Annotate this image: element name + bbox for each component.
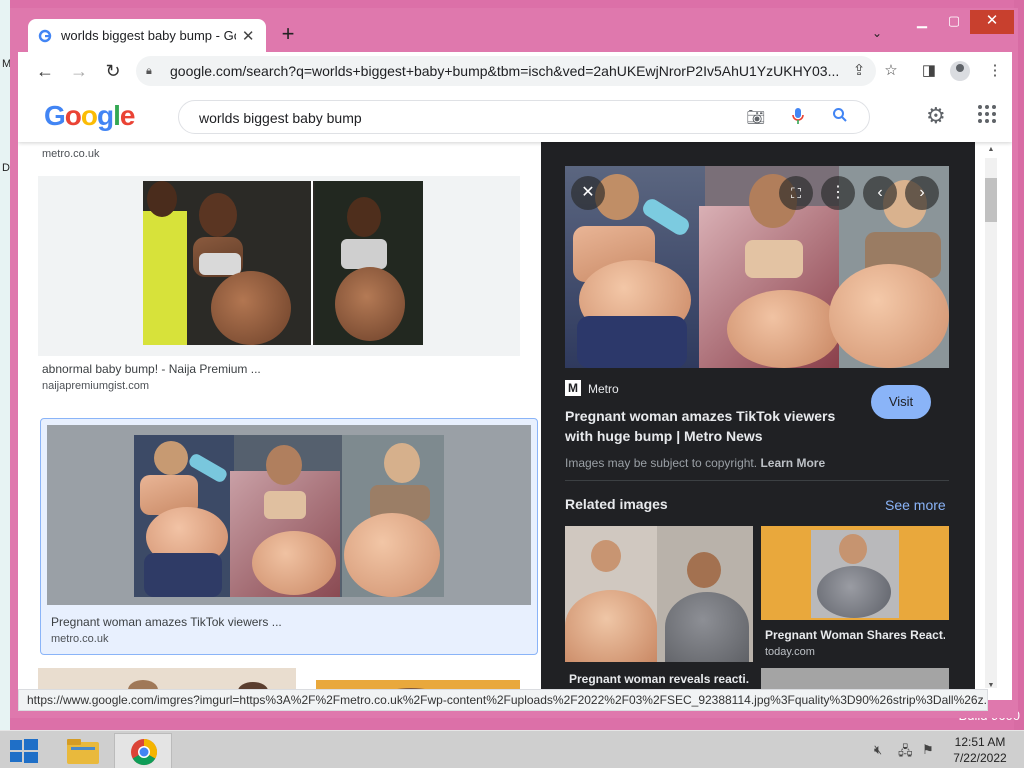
learn-more-link[interactable]: Learn More: [760, 456, 825, 470]
more-options-icon[interactable]: ⋮: [821, 176, 855, 210]
preview-site-name: Metro: [588, 382, 619, 396]
metro-logo-icon: M: [565, 380, 581, 396]
windows-start-button[interactable]: [10, 739, 38, 763]
related-source: today.com: [765, 646, 815, 658]
clock-date: 7/22/2022: [953, 751, 1007, 765]
desktop-icon-label: D: [2, 162, 10, 174]
tab-title: worlds biggest baby bump - Goo: [61, 28, 237, 43]
side-panel-icon[interactable]: ◨: [918, 61, 940, 81]
close-window-button[interactable]: ✕: [970, 10, 1014, 34]
voice-search-icon[interactable]: [787, 107, 809, 129]
google-favicon-icon: [38, 29, 52, 42]
tab-google-images[interactable]: worlds biggest baby bump - Goo ✕: [28, 19, 266, 52]
result-caption[interactable]: Pregnant woman amazes TikTok viewers ...: [51, 615, 282, 629]
image-results-grid: metro.co.uk abnormal baby bump! - Naija …: [18, 142, 541, 700]
maximize-button[interactable]: ▢: [938, 10, 970, 34]
page-scrollbar[interactable]: ▲ ▼: [975, 142, 1012, 700]
search-input[interactable]: worlds biggest baby bump 📷︎: [178, 100, 870, 134]
preview-image[interactable]: ✕ ⛶ ⋮ ‹ ›: [565, 166, 949, 368]
file-explorer-taskbar-button[interactable]: [54, 733, 112, 768]
share-icon[interactable]: ⇪: [848, 61, 870, 81]
address-url: google.com/search?q=worlds+biggest+baby+…: [170, 63, 840, 79]
google-header: Google worlds biggest baby bump 📷︎ ⚙: [18, 90, 1012, 142]
result-thumbnail[interactable]: [38, 176, 520, 356]
scrollbar-thumb[interactable]: [985, 178, 997, 222]
back-arrow-icon[interactable]: ←: [32, 59, 58, 83]
taskbar-clock[interactable]: 12:51 AM 7/22/2022: [940, 734, 1020, 766]
file-explorer-icon: [67, 739, 99, 764]
settings-gear-icon[interactable]: ⚙: [926, 103, 946, 129]
google-logo[interactable]: Google: [44, 100, 135, 132]
link-status-bar: https://www.google.com/imgres?imgurl=htt…: [18, 689, 988, 711]
google-images-page: Google worlds biggest baby bump 📷︎ ⚙ met: [18, 90, 1012, 700]
previous-image-icon[interactable]: ‹: [863, 176, 897, 210]
google-apps-icon[interactable]: [978, 105, 998, 125]
camera-search-icon[interactable]: 📷︎: [745, 107, 767, 129]
result-photo: [143, 181, 423, 345]
related-images-heading: Related images: [565, 496, 668, 512]
scroll-up-arrow-icon[interactable]: ▲: [985, 146, 997, 153]
preview-title[interactable]: Pregnant woman amazes TikTok viewers wit…: [565, 406, 855, 446]
search-query: worlds biggest baby bump: [199, 110, 362, 126]
related-image-card[interactable]: Pregnant Woman Shares React... today.com: [761, 526, 949, 700]
result-caption[interactable]: abnormal baby bump! - Naija Premium ...: [42, 362, 261, 376]
image-result-card[interactable]: abnormal baby bump! - Naija Premium ... …: [38, 176, 520, 392]
next-image-icon[interactable]: ›: [905, 176, 939, 210]
result-source: metro.co.uk: [42, 148, 100, 160]
bookmark-star-icon[interactable]: ☆: [880, 61, 902, 81]
result-source[interactable]: naijapremiumgist.com: [42, 380, 149, 392]
image-result-card-selected[interactable]: Pregnant woman amazes TikTok viewers ...…: [40, 418, 538, 655]
action-center-flag-icon[interactable]: ⚑: [922, 742, 934, 758]
profile-avatar-icon[interactable]: [950, 61, 970, 81]
related-caption: Pregnant Woman Shares React...: [765, 628, 945, 642]
reload-icon[interactable]: ↻: [100, 59, 126, 83]
address-bar[interactable]: 🔒︎ google.com/search?q=worlds+biggest+ba…: [136, 56, 876, 86]
tab-strip: worlds biggest baby bump - Goo ✕ + ⌄ ▁ ▢…: [10, 8, 1018, 52]
image-preview-panel: ✕ ⛶ ⋮ ‹ › M Metro Pregnant woman amazes …: [541, 142, 975, 700]
tab-search-chevron-icon[interactable]: ⌄: [872, 26, 882, 40]
desktop-edge-left: [0, 0, 10, 730]
volume-muted-icon[interactable]: 🔇︎: [874, 742, 882, 758]
lock-icon: 🔒︎: [146, 64, 152, 77]
visit-button[interactable]: Visit: [871, 385, 931, 419]
result-source[interactable]: metro.co.uk: [51, 633, 108, 645]
related-caption: Pregnant woman reveals reacti...: [569, 672, 749, 686]
close-preview-icon[interactable]: ✕: [571, 176, 605, 210]
scroll-down-arrow-icon[interactable]: ▼: [985, 682, 997, 689]
copyright-notice: Images may be subject to copyright. Lear…: [565, 456, 826, 470]
search-icon[interactable]: [829, 107, 851, 129]
chrome-icon: [131, 738, 158, 766]
network-icon[interactable]: 🖧: [898, 742, 913, 764]
see-more-link[interactable]: See more: [885, 497, 946, 513]
minimize-button[interactable]: ▁: [906, 10, 938, 34]
divider: [565, 480, 949, 481]
browser-toolbar: ← → ↻ 🔒︎ google.com/search?q=worlds+bigg…: [18, 52, 1012, 90]
result-thumbnail[interactable]: [47, 425, 531, 605]
new-tab-button[interactable]: +: [276, 22, 300, 46]
browser-window: worlds biggest baby bump - Goo ✕ + ⌄ ▁ ▢…: [10, 8, 1018, 718]
forward-arrow-icon[interactable]: →: [66, 59, 92, 83]
taskbar: 🔇︎ 🖧 ⚑ 12:51 AM 7/22/2022: [0, 730, 1024, 768]
related-image-card[interactable]: Pregnant woman reveals reacti...: [565, 526, 753, 700]
browser-menu-icon[interactable]: ⋮: [984, 61, 1006, 81]
tab-close-icon[interactable]: ✕: [240, 27, 256, 45]
chrome-taskbar-button[interactable]: [114, 733, 172, 768]
lens-search-icon[interactable]: ⛶: [779, 176, 813, 210]
clock-time: 12:51 AM: [954, 735, 1006, 749]
result-photo: [134, 435, 444, 597]
